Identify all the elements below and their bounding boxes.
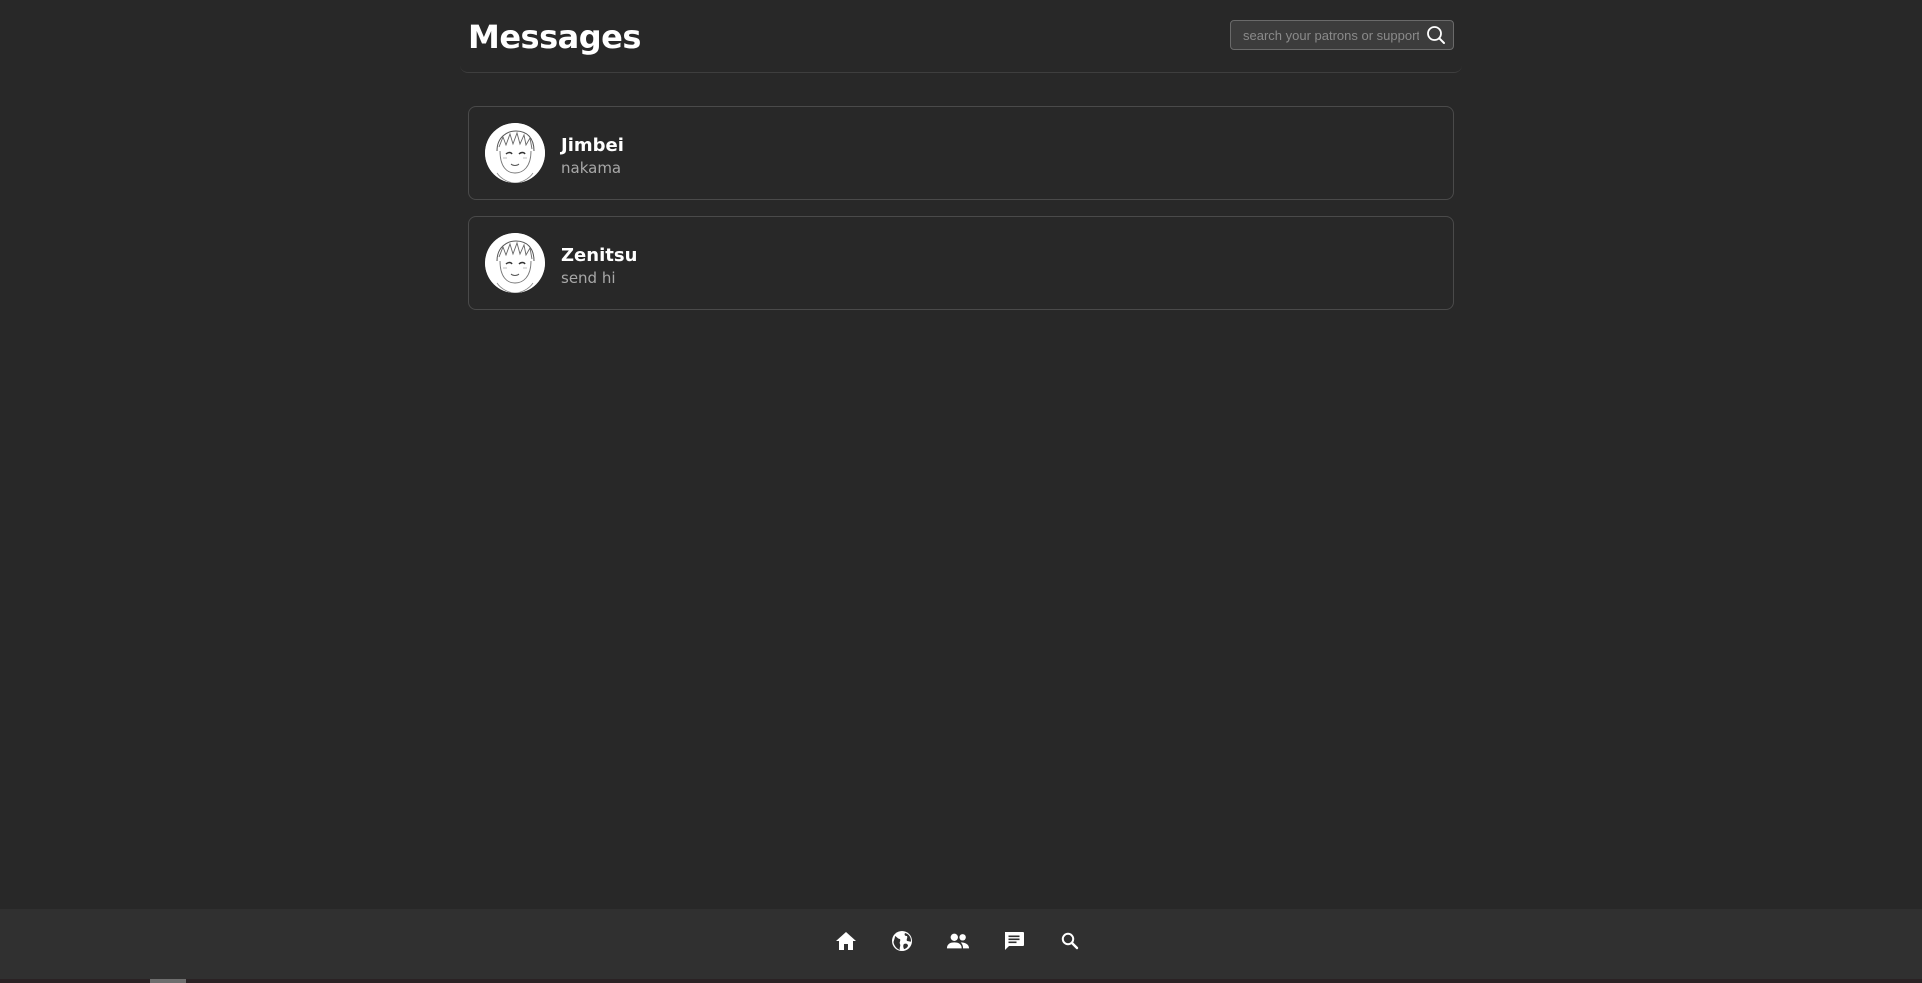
conversation-name: Zenitsu xyxy=(561,245,638,266)
horizontal-scrollbar-thumb[interactable] xyxy=(150,979,186,983)
conversation-item-zenitsu[interactable]: Zenitsu send hi xyxy=(468,216,1454,310)
search-input[interactable] xyxy=(1231,21,1419,49)
conversation-item-jimbei[interactable]: Jimbei nakama xyxy=(468,106,1454,200)
messages-page: Messages search your patrons or supporte… xyxy=(0,0,1922,983)
globe-icon xyxy=(892,931,912,951)
nav-explore-button[interactable] xyxy=(890,929,914,953)
anime-avatar-icon xyxy=(485,123,545,183)
bottom-nav xyxy=(0,909,1922,979)
conversation-name: Jimbei xyxy=(561,135,624,156)
home-icon xyxy=(836,932,856,950)
nav-search-button[interactable] xyxy=(1058,929,1082,953)
conversation-preview: nakama xyxy=(561,159,622,177)
main-container: Messages search your patrons or supporte… xyxy=(460,0,1462,310)
header: Messages xyxy=(460,0,1462,73)
nav-home-button[interactable] xyxy=(834,929,858,953)
conversation-preview: send hi xyxy=(561,269,616,287)
nav-people-button[interactable] xyxy=(946,929,970,953)
page-title: Messages xyxy=(468,18,641,56)
avatar xyxy=(485,123,545,183)
anime-avatar-icon xyxy=(485,233,545,293)
search-button[interactable] xyxy=(1419,21,1453,49)
bottom-nav-items xyxy=(834,929,1082,953)
search-icon xyxy=(1427,26,1445,44)
bottom-edge xyxy=(0,979,1922,983)
search-icon xyxy=(1061,932,1079,950)
search-box xyxy=(1230,20,1454,50)
conversation-list: Jimbei nakama Zenitsu send hi xyxy=(468,106,1454,326)
avatar xyxy=(485,233,545,293)
people-icon xyxy=(946,933,970,949)
chat-icon xyxy=(1005,932,1024,950)
nav-messages-button[interactable] xyxy=(1002,929,1026,953)
